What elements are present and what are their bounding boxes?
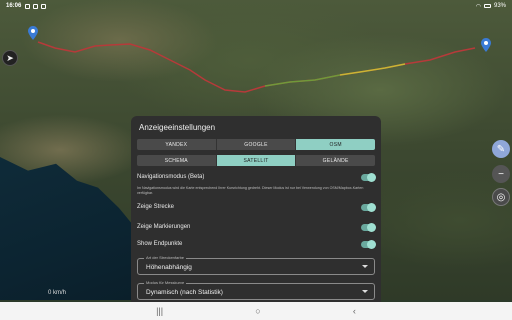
dialog-title: Anzeigeeinstellungen xyxy=(139,123,216,132)
notification-icons xyxy=(25,3,47,9)
curve-mode-select[interactable]: Modus für Messkurve Dynamisch (nach Stat… xyxy=(137,280,375,300)
provider-osm[interactable]: OSM xyxy=(296,139,375,150)
pencil-icon: ✎ xyxy=(496,143,506,155)
chevron-down-icon xyxy=(362,290,368,293)
route-track-mid xyxy=(264,74,341,87)
show-endpoints-row: Show Endpunkte xyxy=(137,240,376,250)
start-marker-icon[interactable] xyxy=(28,26,38,40)
provider-google[interactable]: GOOGLE xyxy=(216,139,297,150)
route-track-high xyxy=(339,63,406,76)
nav-mode-label: Navigationsmodus (Beta) xyxy=(137,174,205,180)
style-terrain[interactable]: GELÄNDE xyxy=(296,155,375,166)
curve-mode-label: Modus für Messkurve xyxy=(144,280,187,285)
show-markers-row: Zeige Markierungen xyxy=(137,223,376,233)
style-satellite[interactable]: SATELLIT xyxy=(216,155,297,166)
status-bar: 16:06 ◠ 93% xyxy=(0,0,512,12)
curve-mode-value: Dynamisch (nach Statistik) xyxy=(146,289,223,296)
route-color-select[interactable]: Art der Streckenfarbe Höhenabhängig xyxy=(137,255,375,275)
compass-icon: ➤ xyxy=(6,52,14,63)
nav-mode-description: Im Navigationsmodus wird die Karte entsp… xyxy=(137,186,364,195)
back-icon[interactable]: ‹ xyxy=(353,306,356,316)
minus-icon: − xyxy=(498,168,504,180)
show-endpoints-label: Show Endpunkte xyxy=(137,241,183,247)
show-markers-toggle[interactable] xyxy=(361,223,376,232)
compass-button[interactable]: ➤ xyxy=(2,50,18,66)
locate-button[interactable]: ◎ xyxy=(492,188,510,206)
status-right: ◠ 93% xyxy=(476,3,506,10)
nav-mode-row: Navigationsmodus (Beta) xyxy=(137,173,376,183)
show-endpoints-toggle[interactable] xyxy=(361,240,376,249)
chevron-down-icon xyxy=(362,265,368,268)
battery-percent: 93% xyxy=(493,3,506,9)
show-route-row: Zeige Strecke xyxy=(137,203,376,213)
style-schema[interactable]: SCHEMA xyxy=(137,155,217,166)
nav-mode-toggle[interactable] xyxy=(361,173,376,182)
notification-icon xyxy=(25,3,31,9)
notification-icon xyxy=(41,3,47,9)
map-provider-selector: YANDEX GOOGLE OSM xyxy=(137,139,375,150)
display-settings-dialog: Anzeigeeinstellungen YANDEX GOOGLE OSM S… xyxy=(131,116,381,302)
route-track xyxy=(37,41,476,93)
status-time: 16:06 xyxy=(6,3,22,9)
notification-icon xyxy=(33,3,39,9)
wifi-icon: ◠ xyxy=(475,3,481,10)
zoom-button[interactable]: − xyxy=(492,165,510,183)
target-icon: ◎ xyxy=(496,191,506,203)
route-color-value: Höhenabhängig xyxy=(146,264,192,271)
layers-button[interactable]: ✎ xyxy=(492,140,510,158)
battery-icon xyxy=(483,4,491,8)
show-route-toggle[interactable] xyxy=(361,203,376,212)
route-color-label: Art der Streckenfarbe xyxy=(144,255,187,260)
home-icon[interactable]: ○ xyxy=(255,306,260,316)
map-style-selector: SCHEMA SATELLIT GELÄNDE xyxy=(137,155,375,166)
system-nav-bar: ||| ○ ‹ xyxy=(0,302,512,320)
show-route-label: Zeige Strecke xyxy=(137,204,175,210)
provider-yandex[interactable]: YANDEX xyxy=(137,139,217,150)
recents-icon[interactable]: ||| xyxy=(156,306,163,316)
speed-readout: 0 km/h xyxy=(48,290,67,296)
end-marker-icon[interactable] xyxy=(481,38,491,52)
show-markers-label: Zeige Markierungen xyxy=(137,224,191,230)
